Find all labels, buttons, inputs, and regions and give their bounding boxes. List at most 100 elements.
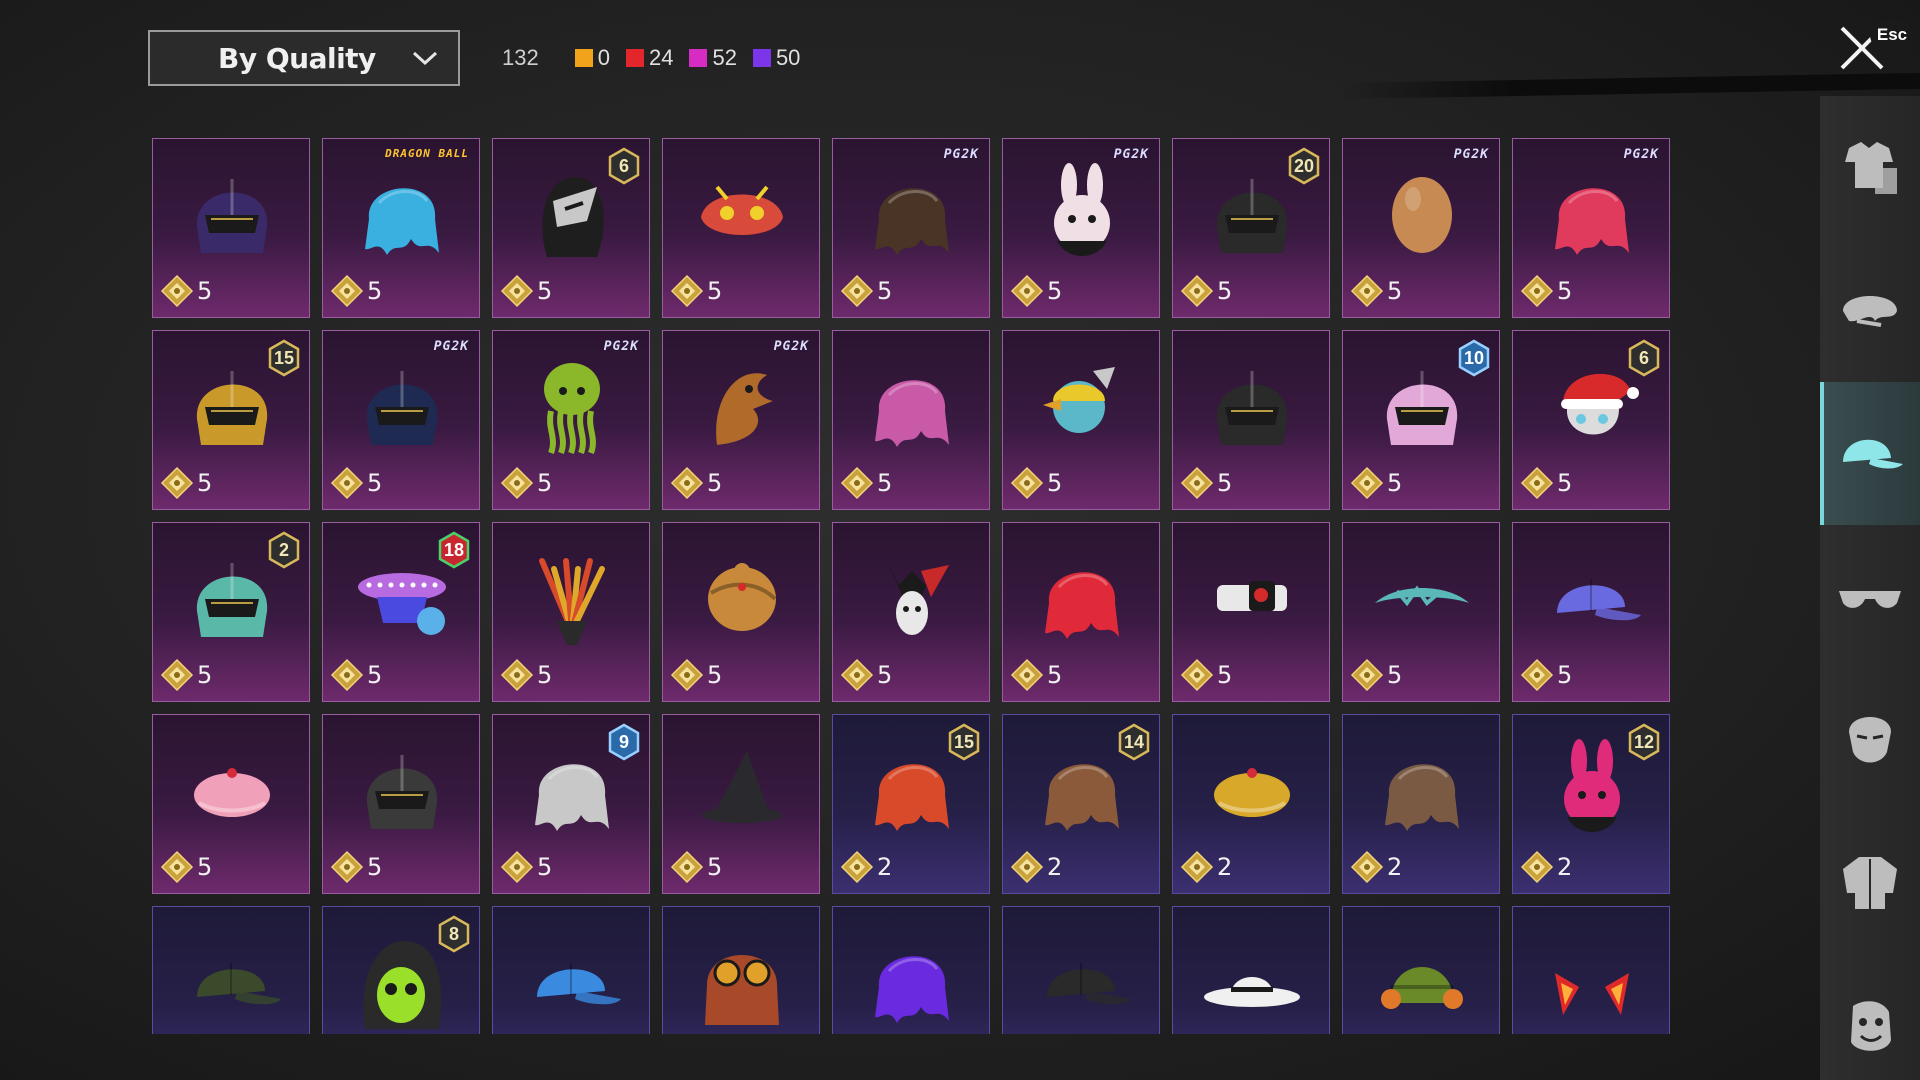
tile-dark-visor-helmet[interactable]: 5 xyxy=(152,138,310,318)
cap-icon xyxy=(1047,963,1131,1005)
tile-green-beanie-headphones[interactable] xyxy=(1342,906,1500,1034)
upgrade-level-value: 12 xyxy=(1633,731,1655,752)
sun-hat-icon xyxy=(1204,977,1300,1007)
side-tab-jacket[interactable] xyxy=(1820,811,1920,954)
side-tab-emote[interactable] xyxy=(1820,954,1920,1080)
tile-yellow-beret-hair[interactable]: 2 xyxy=(1172,714,1330,894)
total-item-count: 132 xyxy=(502,45,539,70)
tile-navy-gold-helmet[interactable]: PG2K 5 xyxy=(322,330,480,510)
tile-red-plume-helmet[interactable]: 5 xyxy=(322,714,480,894)
item-cost-value: 5 xyxy=(707,853,723,881)
item-cost-value: 5 xyxy=(1217,277,1233,305)
tile-pink-goggle-helmet[interactable]: 10 5 xyxy=(1342,330,1500,510)
tile-red-bob-hair[interactable]: PG2K 5 xyxy=(1512,138,1670,318)
glasses-icon xyxy=(1839,590,1901,608)
currency-icon xyxy=(500,850,534,884)
side-tab-face[interactable] xyxy=(1820,668,1920,811)
beanie-icon xyxy=(1381,967,1463,1009)
tile-gold-robot-helmet[interactable]: 15 5 xyxy=(152,330,310,510)
side-tab-eyewear[interactable] xyxy=(1820,525,1920,668)
upgrade-level-value: 6 xyxy=(1638,347,1649,368)
tile-blue-baseball-cap[interactable] xyxy=(492,906,650,1034)
visor-icon xyxy=(1217,581,1287,611)
tile-teal-knight-helmet[interactable]: 25 xyxy=(152,522,310,702)
tile-goggles-hair[interactable] xyxy=(662,906,820,1034)
item-cost: 5 xyxy=(329,657,382,693)
hair-icon xyxy=(875,956,949,1023)
tile-santa-hat-mask[interactable]: 65 xyxy=(1512,330,1670,510)
currency-icon xyxy=(1010,658,1044,692)
duck-icon xyxy=(1043,367,1115,433)
item-cost-value: 5 xyxy=(1047,661,1063,689)
tile-red-horn-ears[interactable] xyxy=(1512,906,1670,1034)
item-cost: 5 xyxy=(1349,273,1402,309)
tile-black-wizard-hat[interactable]: 5 xyxy=(662,714,820,894)
item-cost-value: 5 xyxy=(1217,661,1233,689)
collab-brand-logo: PG2K xyxy=(943,147,979,162)
tile-bronze-bird-mask[interactable]: PG2K 5 xyxy=(662,330,820,510)
tile-teal-tiara[interactable]: 5 xyxy=(1342,522,1500,702)
tile-galaxy-cap[interactable]: 5 xyxy=(1512,522,1670,702)
currency-icon xyxy=(1350,274,1384,308)
tile-brown-bob-hair[interactable]: 2 xyxy=(1342,714,1500,894)
tile-jester-mask[interactable]: 5 xyxy=(832,522,990,702)
quality-count-legendary: 0 xyxy=(574,45,610,71)
tile-silver-winged-mask[interactable]: 65 xyxy=(492,138,650,318)
tile-gold-trim-helmet[interactable]: 20 5 xyxy=(1172,138,1330,318)
tile-bald-head[interactable]: PG2K 5 xyxy=(1342,138,1500,318)
item-cost-value: 5 xyxy=(367,277,383,305)
item-cost-value: 5 xyxy=(367,661,383,689)
item-cost-value: 5 xyxy=(877,277,893,305)
side-tab-mask[interactable] xyxy=(1820,239,1920,382)
tile-military-cap[interactable] xyxy=(152,906,310,1034)
tile-red-hair-cap[interactable]: 5 xyxy=(1002,522,1160,702)
item-cost: 5 xyxy=(329,849,382,885)
tile-strawberry-beret[interactable]: 5 xyxy=(152,714,310,894)
item-cost-value: 5 xyxy=(1557,661,1573,689)
helmet-icon xyxy=(366,371,438,445)
side-tab-headwear[interactable] xyxy=(1820,382,1920,525)
helmet-icon xyxy=(366,755,438,829)
tile-pink-pigtail-hair[interactable]: 5 xyxy=(832,330,990,510)
tile-bunny-mask[interactable]: PG2K 5 xyxy=(1002,138,1160,318)
tile-brown-long-hair[interactable]: PG2K 5 xyxy=(832,138,990,318)
item-cost-value: 5 xyxy=(1047,277,1063,305)
tile-silver-dreadlocks[interactable]: 95 xyxy=(492,714,650,894)
currency-icon xyxy=(840,850,874,884)
tile-purple-ufo-hat[interactable]: 18 5 xyxy=(322,522,480,702)
chevron-down-icon xyxy=(412,51,438,66)
tile-feather-headdress[interactable]: 5 xyxy=(492,522,650,702)
upgrade-level-badge: 10 xyxy=(1457,339,1491,377)
item-cost: 5 xyxy=(1179,273,1232,309)
tile-black-cap[interactable] xyxy=(1002,906,1160,1034)
tile-pumpkin-hair[interactable]: 15 2 xyxy=(832,714,990,894)
head-icon xyxy=(1392,177,1452,253)
tile-white-sun-hat[interactable] xyxy=(1172,906,1330,1034)
tile-cat-ear-long-hair[interactable]: 14 2 xyxy=(1002,714,1160,894)
hair-icon xyxy=(1385,764,1459,831)
tile-green-octopus-mask[interactable]: PG2K 5 xyxy=(492,330,650,510)
tile-gold-turban[interactable]: 5 xyxy=(662,522,820,702)
item-cost: 5 xyxy=(159,465,212,501)
hair-icon xyxy=(1045,572,1119,639)
tile-dragon-mask[interactable]: 5 xyxy=(662,138,820,318)
tile-dark-spike-helmet[interactable]: 5 xyxy=(1172,330,1330,510)
sort-dropdown[interactable]: By Quality xyxy=(148,30,460,86)
tile-yellow-duck-helmet[interactable]: 5 xyxy=(1002,330,1160,510)
collab-brand-logo: PG2K xyxy=(1623,147,1659,162)
item-cost-value: 5 xyxy=(537,469,553,497)
upgrade-level-value: 6 xyxy=(618,155,629,176)
outfit-icon xyxy=(1845,141,1897,194)
tile-bunny-ear-helmet[interactable]: 12 2 xyxy=(1512,714,1670,894)
item-cost: 5 xyxy=(499,657,552,693)
tile-blue-spiky-hair[interactable]: DRAGON BALL 5 xyxy=(322,138,480,318)
item-cost-value: 2 xyxy=(877,853,893,881)
tile-tech-visor[interactable]: 5 xyxy=(1172,522,1330,702)
item-cost: 5 xyxy=(159,657,212,693)
tile-skull-hood[interactable]: 8 xyxy=(322,906,480,1034)
side-tab-outfit[interactable] xyxy=(1820,96,1920,239)
tile-purple-headband-hair[interactable] xyxy=(832,906,990,1034)
item-cost: 5 xyxy=(669,465,722,501)
upgrade-level-badge: 6 xyxy=(1627,339,1661,377)
item-cost: 5 xyxy=(1349,657,1402,693)
